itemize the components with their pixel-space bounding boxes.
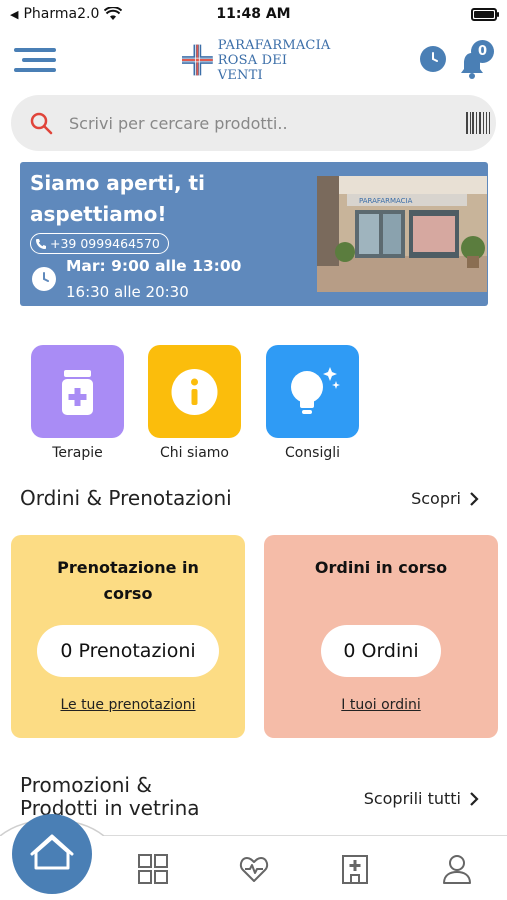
bookings-count-button[interactable]: 0 Prenotazioni xyxy=(37,625,219,677)
home-icon xyxy=(30,834,74,870)
orders-discover-link[interactable]: Scopri xyxy=(411,489,479,508)
orders-link[interactable]: I tuoi ordini xyxy=(264,697,498,713)
phone-number: +39 0999464570 xyxy=(50,235,160,251)
status-time: 11:48 AM xyxy=(216,6,291,22)
hours-clock-icon xyxy=(32,267,56,291)
menu-button[interactable] xyxy=(14,48,56,74)
logo-line-2: ROSA DEI VENTI xyxy=(217,52,288,83)
orders-count-button[interactable]: 0 Ordini xyxy=(321,625,441,677)
notification-badge: 0 xyxy=(471,40,494,63)
quick-action-chi-siamo[interactable]: Chi siamo xyxy=(147,345,242,461)
search-input[interactable] xyxy=(69,109,429,137)
storefront-sign: PARAFARMACIA xyxy=(359,197,413,205)
orders-card: Ordini in corso 0 Ordini I tuoi ordini xyxy=(264,535,498,738)
consigli-label: Consigli xyxy=(284,445,341,461)
terapie-label: Terapie xyxy=(52,445,103,461)
menu-line xyxy=(14,48,56,52)
logo-text: PARAFARMACIA ROSA DEI VENTI xyxy=(218,38,332,83)
bookings-link[interactable]: Le tue prenotazioni xyxy=(11,697,245,713)
menu-line xyxy=(22,58,56,62)
user-icon[interactable] xyxy=(441,853,473,885)
app-header: PARAFARMACIA ROSA DEI VENTI 0 xyxy=(0,30,507,92)
menu-line xyxy=(14,68,56,72)
bookings-card: Prenotazione in corso 0 Prenotazioni Le … xyxy=(11,535,245,738)
pharmacy-icon[interactable] xyxy=(339,853,371,885)
compass-cross-icon xyxy=(182,44,213,76)
chi-siamo-label: Chi siamo xyxy=(160,445,229,461)
info-icon xyxy=(171,369,218,415)
opening-hours-button[interactable] xyxy=(420,46,446,72)
orders-discover-label: Scopri xyxy=(411,489,461,508)
status-bar: ◀ Pharma2.0 11:48 AM xyxy=(0,0,507,30)
battery-icon xyxy=(471,8,499,21)
promo-title-line-1: Promozioni & xyxy=(20,773,152,797)
medicine-bottle-icon xyxy=(62,370,93,415)
consigli-tile xyxy=(266,345,359,438)
logo-line-1: PARAFARMACIA xyxy=(217,37,331,53)
nav-home-button[interactable] xyxy=(12,814,92,894)
orders-card-title: Ordini in corso xyxy=(314,558,448,577)
bottom-navigation xyxy=(0,814,507,900)
promo-discover-link[interactable]: Scoprili tutti xyxy=(364,789,479,808)
opening-banner: Siamo aperti, ti aspettiamo! +39 0999464… xyxy=(20,162,488,306)
orders-section-title: Ordini & Prenotazioni xyxy=(20,486,232,510)
storefront-photo: PARAFARMACIA xyxy=(317,176,487,292)
quick-action-consigli[interactable]: Consigli xyxy=(265,345,360,461)
phone-icon xyxy=(36,238,46,249)
search-bar xyxy=(11,95,496,151)
barcode-scan-icon[interactable] xyxy=(466,112,490,134)
grid-icon[interactable] xyxy=(137,853,169,885)
terapie-tile xyxy=(31,345,124,438)
quick-action-terapie[interactable]: Terapie xyxy=(30,345,125,461)
bookings-card-title: Prenotazione in corso xyxy=(57,558,199,603)
hours-afternoon: 16:30 alle 20:30 xyxy=(66,283,189,301)
heart-pulse-icon[interactable] xyxy=(238,853,270,885)
search-icon xyxy=(30,112,53,135)
chi-siamo-tile xyxy=(148,345,241,438)
hours-morning: Mar: 9:00 alle 13:00 xyxy=(66,257,242,275)
notifications-button[interactable]: 0 xyxy=(459,40,494,80)
pharmacy-logo: PARAFARMACIA ROSA DEI VENTI xyxy=(182,38,332,83)
chevron-right-icon xyxy=(470,791,479,806)
promo-discover-label: Scoprili tutti xyxy=(363,789,461,808)
phone-button[interactable]: +39 0999464570 xyxy=(30,233,169,254)
clock-icon xyxy=(432,52,438,62)
chevron-right-icon xyxy=(470,491,479,506)
banner-title: Siamo aperti, ti aspettiamo! xyxy=(30,171,205,226)
lightbulb-icon xyxy=(291,367,340,414)
